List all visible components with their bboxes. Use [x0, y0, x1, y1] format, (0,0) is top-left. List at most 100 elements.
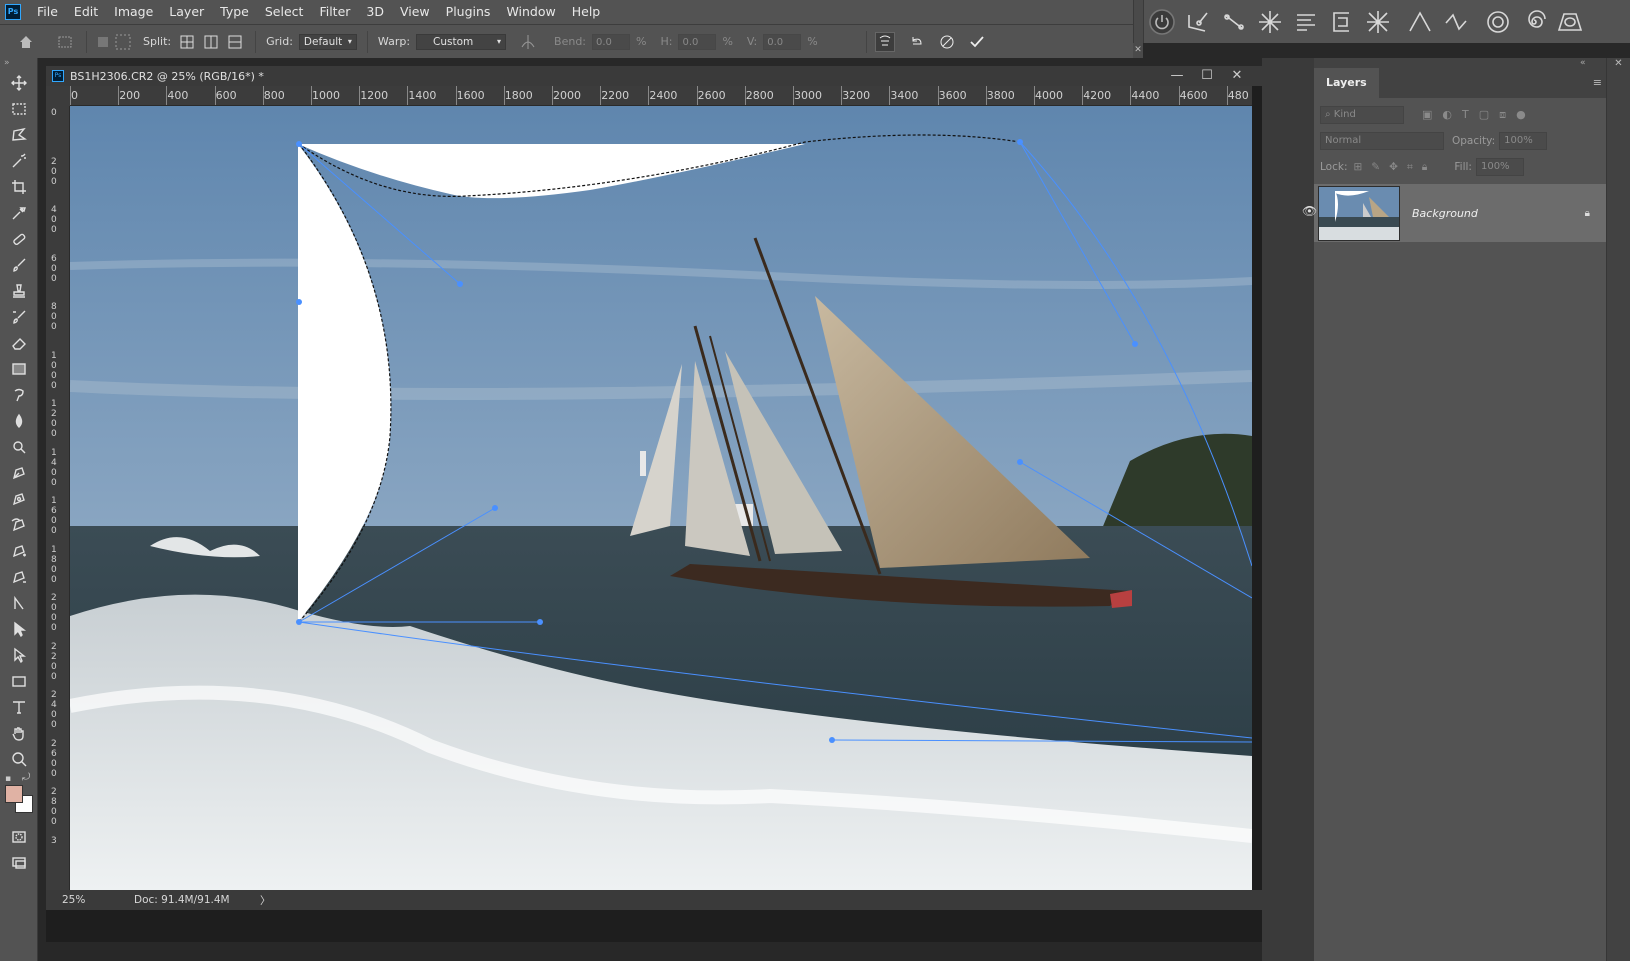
menu-type[interactable]: Type: [212, 0, 257, 24]
brush-tool-icon[interactable]: [0, 252, 37, 278]
circle-icon[interactable]: [1480, 4, 1516, 40]
zoom-level[interactable]: 25%: [62, 894, 122, 906]
wave-icon[interactable]: [1438, 4, 1474, 40]
grid-dropdown[interactable]: Default ▾: [298, 33, 357, 50]
menu-view[interactable]: View: [392, 0, 438, 24]
freeform-pen-tool-icon[interactable]: [0, 486, 37, 512]
warp-orientation-icon[interactable]: [518, 32, 538, 52]
home-icon[interactable]: [16, 32, 36, 52]
lock-icons[interactable]: ⊞✎✥⌗🔒︎: [1353, 161, 1436, 174]
h-input[interactable]: 0.0: [678, 33, 717, 50]
add-anchor-point-tool-icon[interactable]: [0, 538, 37, 564]
swap-colors-icon[interactable]: ⤾: [22, 772, 30, 783]
menu-help[interactable]: Help: [564, 0, 609, 24]
blur-tool-icon[interactable]: [0, 382, 37, 408]
align-lines-icon[interactable]: [1288, 4, 1324, 40]
zoom-tool-icon[interactable]: [0, 746, 37, 772]
foreground-color-swatch[interactable]: [5, 785, 23, 803]
minimize-button[interactable]: —: [1162, 66, 1192, 86]
delete-anchor-point-tool-icon[interactable]: [0, 564, 37, 590]
crop-tool-icon[interactable]: [0, 174, 37, 200]
vertical-ruler[interactable]: 0 2 0 0 4 0 0 6 0 0 8 0 0 1 0 0 0 1 2 0 0 1 4 0…: [46, 106, 70, 890]
curve-pen-icon[interactable]: [1180, 4, 1216, 40]
blend-mode-dropdown[interactable]: Normal: [1320, 132, 1444, 150]
image-canvas[interactable]: [70, 106, 1252, 890]
commit-transform-icon[interactable]: [967, 32, 987, 52]
eraser-tool-icon[interactable]: [0, 330, 37, 356]
split-horizontal-icon[interactable]: [225, 32, 245, 52]
vertex-icon[interactable]: [1360, 4, 1396, 40]
maximize-button[interactable]: ☐: [1192, 66, 1222, 86]
eyedropper-tool-icon[interactable]: [0, 200, 37, 226]
arrow-a-icon[interactable]: [1402, 4, 1438, 40]
starburst-icon[interactable]: [1252, 4, 1288, 40]
warp-dropdown[interactable]: Custom ▾: [416, 33, 507, 50]
hand-tool-icon[interactable]: [0, 720, 37, 746]
healing-brush-tool-icon[interactable]: [0, 226, 37, 252]
close-panel-icon[interactable]: ✕: [1133, 43, 1143, 58]
direct-selection-tool-icon[interactable]: [0, 642, 37, 668]
close-document-button[interactable]: ✕: [1222, 66, 1252, 86]
opacity-input[interactable]: 100%: [1499, 132, 1548, 150]
panel-grip[interactable]: [1134, 0, 1144, 43]
split-crosswise-icon[interactable]: [177, 32, 197, 52]
v-input[interactable]: 0.0: [763, 33, 802, 50]
split-vertical-icon[interactable]: [201, 32, 221, 52]
bracket-icon[interactable]: [1324, 4, 1360, 40]
ruler-h-tick: [744, 86, 746, 105]
history-brush-tool-icon[interactable]: [0, 304, 37, 330]
menu-plugins[interactable]: Plugins: [438, 0, 499, 24]
document-tab[interactable]: Ps BS1H2306.CR2 @ 25% (RGB/16*) * — ☐ ✕: [46, 66, 1262, 86]
gradient-tool-icon[interactable]: [0, 356, 37, 382]
horizontal-ruler[interactable]: 0 200 400 600 800 1000 1200 1400 1600 1800 2000 220…: [70, 86, 1252, 106]
layer-name[interactable]: Background: [1412, 207, 1478, 220]
fill-input[interactable]: 100%: [1475, 158, 1524, 176]
curvature-pen-tool-icon[interactable]: [0, 512, 37, 538]
close-panels-icon[interactable]: ✕: [1607, 58, 1630, 69]
puppet-warp-icon[interactable]: [874, 31, 895, 52]
trapezoid-icon[interactable]: [1552, 4, 1588, 40]
eye-icon[interactable]: 👁︎: [1302, 204, 1317, 218]
menu-filter[interactable]: Filter: [311, 0, 358, 24]
filter-icons[interactable]: ▣◐T▢⧈●: [1422, 108, 1536, 122]
collapse-panels-icon[interactable]: «: [1580, 58, 1586, 68]
menu-select[interactable]: Select: [257, 0, 312, 24]
quick-mask-icon[interactable]: [0, 824, 37, 850]
layer-filter-kind[interactable]: ⌕ Kind: [1320, 106, 1404, 124]
path-selection-tool-icon[interactable]: [0, 616, 37, 642]
status-menu-arrow-icon[interactable]: 〉: [260, 893, 271, 908]
dodge-tool-icon[interactable]: [0, 408, 37, 434]
lasso-tool-icon[interactable]: [0, 122, 37, 148]
menu-file[interactable]: File: [29, 0, 66, 24]
screen-mode-icon[interactable]: [0, 850, 37, 876]
magic-wand-tool-icon[interactable]: [0, 148, 37, 174]
rectangle-tool-icon[interactable]: [0, 668, 37, 694]
sponge-tool-icon[interactable]: [0, 434, 37, 460]
default-colors-icon[interactable]: ▪: [5, 774, 11, 784]
transform-preset-icon[interactable]: [56, 32, 76, 52]
undo-icon[interactable]: [907, 32, 927, 52]
path-icon[interactable]: [1216, 4, 1252, 40]
panel-menu-icon[interactable]: ≡: [1593, 68, 1602, 98]
menu-3d[interactable]: 3D: [358, 0, 392, 24]
menu-image[interactable]: Image: [106, 0, 161, 24]
tab-layers[interactable]: Layers: [1314, 68, 1379, 98]
bend-input[interactable]: 0.0: [592, 33, 631, 50]
cancel-transform-icon[interactable]: [937, 32, 957, 52]
layer-row-background[interactable]: 👁︎ Background 🔒︎: [1302, 184, 1606, 242]
mesh-icon[interactable]: [113, 32, 133, 52]
menu-edit[interactable]: Edit: [66, 0, 106, 24]
convert-point-tool-icon[interactable]: [0, 590, 37, 616]
ruler-origin[interactable]: [46, 86, 70, 106]
spiral-icon[interactable]: [1516, 4, 1552, 40]
marquee-tool-icon[interactable]: [0, 96, 37, 122]
expand-toolbar-icon[interactable]: »: [0, 58, 37, 70]
power-icon[interactable]: [1144, 4, 1180, 40]
type-tool-icon[interactable]: [0, 694, 37, 720]
clone-stamp-tool-icon[interactable]: [0, 278, 37, 304]
menu-layer[interactable]: Layer: [161, 0, 212, 24]
pen-tool-icon[interactable]: [0, 460, 37, 486]
show-grid-checkbox[interactable]: [93, 32, 113, 52]
move-tool-icon[interactable]: [0, 70, 37, 96]
menu-window[interactable]: Window: [498, 0, 563, 24]
